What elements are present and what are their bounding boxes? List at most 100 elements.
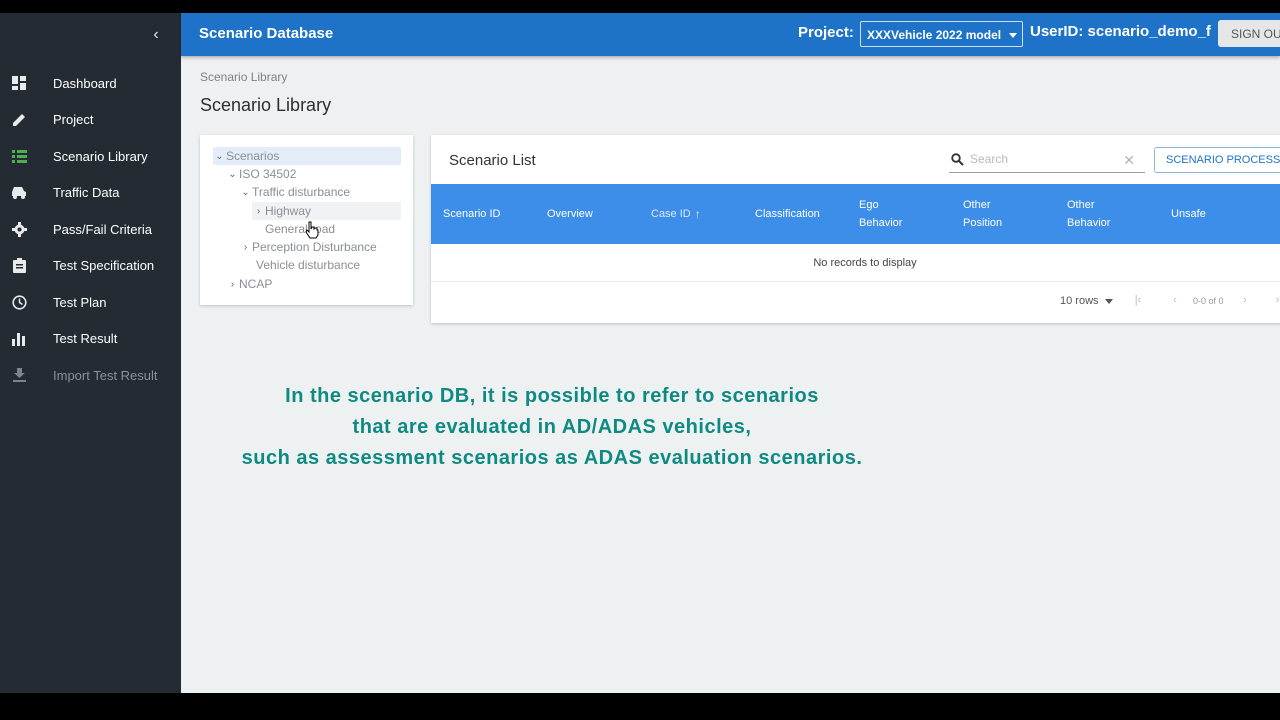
tree-node-label: ISO 34502 [239,167,297,181]
sidebar-item-test-result[interactable]: Test Result [0,321,181,358]
top-app-bar: Scenario Database Project: XXXVehicle 20… [181,13,1280,56]
tree-node-highway[interactable]: › Highway [252,202,401,220]
caption-overlay: In the scenario DB, it is possible to re… [200,381,904,474]
scenario-list-card: Scenario List ✕ SCENARIO PROCESS Scenari… [431,135,1280,323]
next-page-icon[interactable]: › [1237,292,1253,308]
sidebar-item-project[interactable]: Project [0,102,181,139]
last-page-icon[interactable]: ›| [1271,292,1280,308]
user-id: UserID: scenario_demo_f [1030,23,1211,40]
search-box: ✕ [949,149,1145,173]
caption-line: In the scenario DB, it is possible to re… [285,385,819,407]
column-header-label: Other [963,199,991,211]
caption-line: such as assessment scenarios as ADAS eva… [241,447,863,469]
rows-per-page-select[interactable]: 10 rows [1060,295,1113,307]
bar-chart-icon [11,331,27,347]
tree-node-vehicle-disturbance[interactable]: Vehicle disturbance [252,256,360,274]
caption-line: that are evaluated in AD/ADAS vehicles, [352,416,752,438]
tree-node-iso-34502[interactable]: ⌄ ISO 34502 [226,165,296,183]
first-page-icon[interactable]: |‹ [1130,292,1146,308]
dashboard-icon [11,75,27,91]
tree-node-perception-disturbance[interactable]: › Perception Disturbance [239,238,377,256]
column-header-label: Classification [755,208,820,220]
chevron-right-icon[interactable]: › [239,242,252,253]
sign-out-button[interactable]: SIGN OUT [1218,20,1280,47]
scenario-list-title: Scenario List [449,152,536,169]
sidebar-item-label: Test Specification [53,258,155,274]
rows-per-page-value: 10 rows [1060,295,1099,307]
pagination: 10 rows |‹ ‹ 0-0 of 0 › ›| [431,282,1280,322]
sidebar-item-import-test-result: Import Test Result [0,357,181,394]
page-info: 0-0 of 0 [1193,296,1224,306]
column-header-label: Behavior [859,217,903,229]
column-header-unsafe[interactable]: Unsafe [1171,184,1206,244]
column-header-label: Case ID [651,208,691,220]
column-header-label: Position [963,217,1003,229]
column-header-label: Unsafe [1171,208,1206,220]
column-header-label: Other [1067,199,1095,211]
tree-node-label: Highway [265,204,312,218]
page-title: Scenario Library [200,95,332,115]
chevron-right-icon[interactable]: › [252,206,265,217]
car-icon [11,185,27,201]
sidebar-item-test-specification[interactable]: Test Specification [0,248,181,285]
tree-node-scenarios[interactable]: ⌄ Scenarios [213,147,401,165]
chevron-down-icon[interactable]: ⌄ [213,151,226,162]
project-select[interactable]: XXXVehicle 2022 model [860,21,1023,47]
tree-node-label: Perception Disturbance [252,240,377,254]
column-header-other-position[interactable]: Other Position [963,184,1002,244]
column-header-label: Overview [547,208,593,220]
download-icon [11,367,27,383]
column-header-overview[interactable]: Overview [547,184,593,244]
sidebar-item-scenario-library[interactable]: Scenario Library [0,138,181,175]
chevron-down-icon[interactable]: ⌄ [239,187,252,198]
sidebar-item-label: Pass/Fail Criteria [53,221,152,237]
caret-down-icon [1009,33,1017,38]
tree-node-general-road[interactable]: General road [265,220,335,238]
column-header-scenario-id[interactable]: Scenario ID [443,184,500,244]
pencil-icon [11,112,27,128]
tree-node-traffic-disturbance[interactable]: ⌄ Traffic disturbance [239,183,350,201]
sidebar-item-pass-fail-criteria[interactable]: Pass/Fail Criteria [0,211,181,248]
app-title: Scenario Database [199,25,334,42]
search-input[interactable] [970,152,1120,166]
column-header-label: Scenario ID [443,208,501,220]
caret-down-icon [1104,298,1113,304]
chevron-left-icon[interactable]: ‹ [146,25,166,45]
tree-node-ncap[interactable]: › NCAP [226,275,273,293]
column-header-other-behavior[interactable]: Other Behavior [1067,184,1110,244]
clipboard-icon [11,258,27,274]
scenario-process-button[interactable]: SCENARIO PROCESS [1154,147,1280,173]
sort-ascending-icon: ↑ [694,207,701,221]
sidebar-item-label: Test Plan [53,294,107,310]
column-header-label: Behavior [1067,217,1111,229]
sidebar-item-traffic-data[interactable]: Traffic Data [0,175,181,212]
tree-node-label: Vehicle disturbance [256,258,361,272]
prev-page-icon[interactable]: ‹ [1167,292,1183,308]
gear-icon [11,221,27,237]
empty-table-message: No records to display [431,244,1280,282]
list-icon [11,148,27,164]
sidebar-item-label: Dashboard [53,75,117,91]
column-header-ego-behavior[interactable]: Ego Behavior [859,184,902,244]
sidebar-item-label: Scenario Library [53,148,148,164]
column-header-case-id[interactable]: Case ID ↑ [651,184,701,244]
sidebar: ‹ Dashboard Project Scenario Library Tra… [0,13,181,693]
chevron-down-icon[interactable]: ⌄ [226,169,239,180]
sidebar-item-label: Import Test Result [53,367,158,383]
table-header: Scenario ID Overview Case ID ↑ Classific… [431,184,1280,244]
chevron-right-icon[interactable]: › [226,279,239,290]
sidebar-item-test-plan[interactable]: Test Plan [0,284,181,321]
sidebar-nav: Dashboard Project Scenario Library Traff… [0,65,181,394]
project-label: Project: [798,24,854,41]
tree-node-label: General road [265,222,336,236]
breadcrumb: Scenario Library [200,70,288,84]
tree-node-label: Scenarios [226,149,280,163]
app-window: ‹ Dashboard Project Scenario Library Tra… [0,13,1280,693]
column-header-classification[interactable]: Classification [755,184,820,244]
sidebar-item-label: Test Result [53,331,118,347]
project-select-value: XXXVehicle 2022 model [867,28,1002,42]
column-header-label: Ego [859,199,879,211]
close-icon[interactable]: ✕ [1123,152,1135,169]
sidebar-item-label: Traffic Data [53,185,120,201]
sidebar-item-dashboard[interactable]: Dashboard [0,65,181,102]
